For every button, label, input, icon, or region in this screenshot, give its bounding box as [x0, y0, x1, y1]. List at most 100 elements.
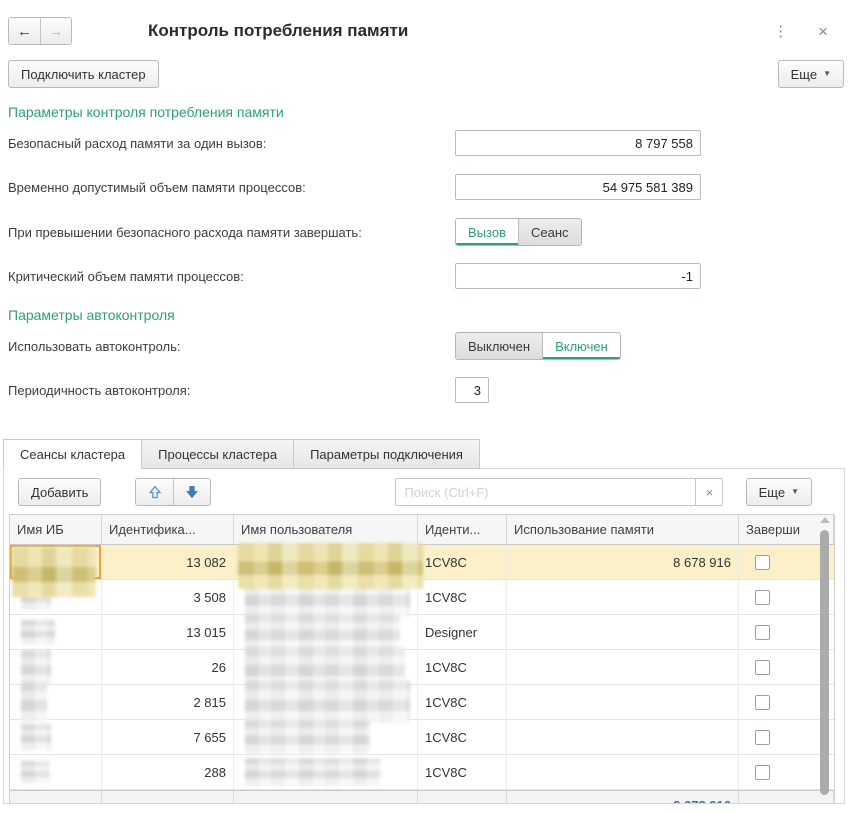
- cell-memory[interactable]: [507, 615, 739, 649]
- toggle-option-on[interactable]: Включен: [542, 333, 620, 359]
- cell-session-id[interactable]: 3 508: [102, 580, 234, 614]
- censored-username: [245, 758, 380, 786]
- safe-call-input[interactable]: [455, 130, 701, 156]
- close-icon[interactable]: ×: [818, 23, 828, 40]
- terminate-checkbox[interactable]: [755, 730, 770, 745]
- cell-username[interactable]: [234, 650, 418, 684]
- table-row[interactable]: 13 082 1CV8C 8 678 916: [10, 545, 834, 580]
- connect-cluster-button[interactable]: Подключить кластер: [8, 60, 159, 88]
- table-row[interactable]: 288 1CV8C: [10, 755, 834, 790]
- censored-infobase-name: [12, 547, 96, 597]
- cell-username[interactable]: [234, 755, 418, 789]
- temp-allowed-input[interactable]: [455, 174, 701, 200]
- column-header-app-id[interactable]: Иденти...: [418, 515, 507, 544]
- terminate-mode-toggle: Вызов Сеанс: [455, 218, 582, 246]
- scroll-up-icon[interactable]: [820, 517, 830, 523]
- cell-app-id[interactable]: 1CV8C: [418, 755, 507, 789]
- back-button[interactable]: ←: [9, 18, 40, 44]
- search-input[interactable]: [395, 478, 695, 506]
- critical-volume-input[interactable]: [455, 263, 701, 289]
- footer-cell: [102, 791, 234, 804]
- forward-button[interactable]: →: [40, 18, 71, 44]
- cell-session-id[interactable]: 26: [102, 650, 234, 684]
- cell-memory[interactable]: [507, 755, 739, 789]
- table-header-row: Имя ИБ Идентифика... Имя пользователя Ид…: [10, 515, 834, 545]
- kebab-menu-icon[interactable]: ⋮: [773, 24, 788, 39]
- field-use-autocontrol: Использовать автоконтроль: Выключен Вклю…: [8, 332, 852, 360]
- cell-app-id[interactable]: 1CV8C: [418, 650, 507, 684]
- terminate-checkbox[interactable]: [755, 590, 770, 605]
- cell-memory[interactable]: 8 678 916: [507, 545, 739, 579]
- footer-memory-total: 8 678 916: [507, 791, 739, 804]
- cell-infobase[interactable]: [10, 650, 102, 684]
- cell-session-id[interactable]: 13 082: [102, 545, 234, 579]
- cell-app-id[interactable]: 1CV8C: [418, 720, 507, 754]
- tab-connection-params[interactable]: Параметры подключения: [293, 439, 480, 469]
- move-down-icon: [185, 485, 199, 499]
- field-critical: Критический объем памяти процессов:: [8, 263, 852, 289]
- cell-session-id[interactable]: 13 015: [102, 615, 234, 649]
- column-header-username[interactable]: Имя пользователя: [234, 515, 418, 544]
- reorder-button-group: [135, 478, 211, 506]
- cell-infobase[interactable]: [10, 685, 102, 719]
- toggle-option-off[interactable]: Выключен: [456, 333, 542, 359]
- column-header-memory[interactable]: Использование памяти: [507, 515, 739, 544]
- move-up-icon: [148, 485, 162, 499]
- cell-session-id[interactable]: 7 655: [102, 720, 234, 754]
- clear-search-icon[interactable]: ×: [695, 478, 723, 506]
- cell-app-id[interactable]: 1CV8C: [418, 685, 507, 719]
- cell-memory[interactable]: [507, 650, 739, 684]
- table-row[interactable]: 7 655 1CV8C: [10, 720, 834, 755]
- table-row[interactable]: 13 015 Designer: [10, 615, 834, 650]
- field-label: Временно допустимый объем памяти процесс…: [8, 180, 455, 195]
- censored-username: [245, 614, 400, 650]
- cell-memory[interactable]: [507, 720, 739, 754]
- tab-cluster-sessions[interactable]: Сеансы кластера: [3, 439, 142, 469]
- cell-app-id[interactable]: 1CV8C: [418, 545, 507, 579]
- censored-infobase-name: [21, 650, 51, 684]
- cell-username[interactable]: [234, 720, 418, 754]
- table-footer-row: 8 678 916: [10, 790, 834, 804]
- cell-infobase[interactable]: [10, 545, 102, 579]
- cell-app-id[interactable]: Designer: [418, 615, 507, 649]
- scrollbar-thumb[interactable]: [820, 530, 829, 795]
- censored-username: [238, 543, 423, 589]
- cell-infobase[interactable]: [10, 720, 102, 754]
- terminate-checkbox[interactable]: [755, 625, 770, 640]
- terminate-checkbox[interactable]: [755, 555, 770, 570]
- autocontrol-toggle: Выключен Включен: [455, 332, 621, 360]
- table-row[interactable]: 26 1CV8C: [10, 650, 834, 685]
- table-toolbar: Добавить × Еще▼: [4, 469, 844, 507]
- table-vertical-scrollbar: [819, 514, 830, 803]
- column-header-identifier[interactable]: Идентифика...: [102, 515, 234, 544]
- cell-memory[interactable]: [507, 580, 739, 614]
- cell-memory[interactable]: [507, 685, 739, 719]
- censored-infobase-name: [21, 724, 51, 750]
- tab-cluster-processes[interactable]: Процессы кластера: [141, 439, 294, 469]
- period-input[interactable]: [455, 377, 489, 403]
- terminate-checkbox[interactable]: [755, 660, 770, 675]
- cell-app-id[interactable]: 1CV8C: [418, 580, 507, 614]
- cell-username[interactable]: [234, 545, 418, 579]
- move-up-button[interactable]: [136, 479, 173, 505]
- field-period: Периодичность автоконтроля:: [8, 377, 852, 403]
- toggle-option-session[interactable]: Сеанс: [518, 219, 581, 245]
- cell-session-id[interactable]: 288: [102, 755, 234, 789]
- field-label: При превышении безопасного расхода памят…: [8, 225, 455, 240]
- chevron-down-icon: ▼: [823, 70, 831, 78]
- cell-infobase[interactable]: [10, 615, 102, 649]
- more-button-top[interactable]: Еще▼: [778, 60, 844, 88]
- add-button[interactable]: Добавить: [18, 478, 101, 506]
- column-header-infobase[interactable]: Имя ИБ: [10, 515, 102, 544]
- cell-infobase[interactable]: [10, 755, 102, 789]
- cell-session-id[interactable]: 2 815: [102, 685, 234, 719]
- terminate-checkbox[interactable]: [755, 765, 770, 780]
- move-down-button[interactable]: [173, 479, 210, 505]
- table-row[interactable]: 2 815 1CV8C: [10, 685, 834, 720]
- censored-infobase-name: [21, 682, 47, 722]
- cell-username[interactable]: [234, 685, 418, 719]
- more-button-table[interactable]: Еще▼: [746, 478, 812, 506]
- terminate-checkbox[interactable]: [755, 695, 770, 710]
- cell-username[interactable]: [234, 615, 418, 649]
- toggle-option-call[interactable]: Вызов: [456, 219, 518, 245]
